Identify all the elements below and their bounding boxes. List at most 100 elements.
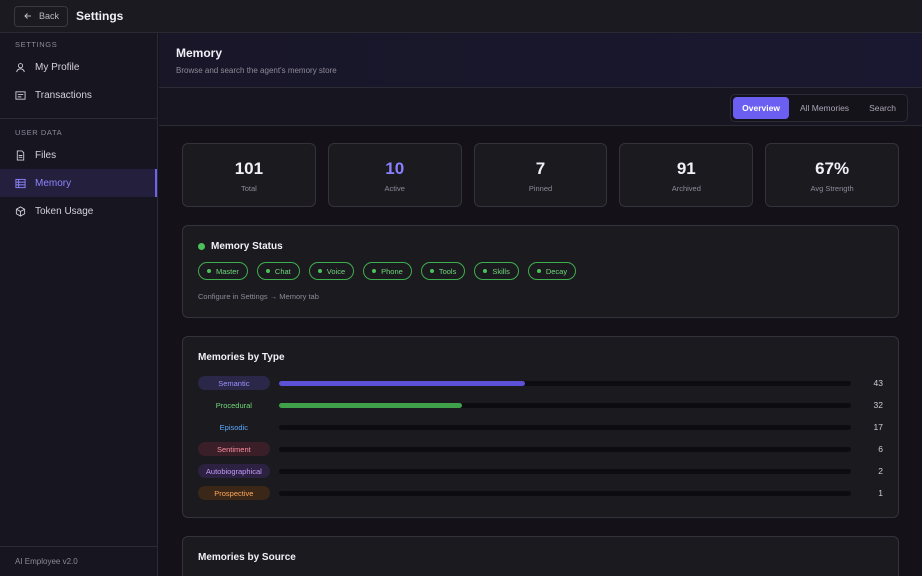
chip-label: Skills (492, 266, 510, 276)
type-bar-track (278, 380, 852, 386)
type-badge: Sentiment (198, 442, 270, 456)
stat-card-avg-strength: 67% Avg Strength (765, 143, 899, 207)
type-bar-track (278, 468, 852, 474)
status-chip-master: Master (198, 262, 248, 280)
tab-group: Overview All Memories Search (730, 94, 908, 122)
type-bar-fill (278, 402, 462, 408)
stat-value: 7 (535, 159, 546, 178)
stat-value: 101 (234, 159, 264, 178)
type-count: 1 (878, 488, 883, 498)
stat-value: 91 (676, 159, 696, 178)
configure-hint: Configure in Settings → Memory tab (198, 292, 319, 301)
sidebar-item-token-usage[interactable]: Token Usage (0, 197, 157, 225)
type-rows: Semantic 43 Procedural 32 Episodic 17 Sentimen… (198, 372, 883, 504)
type-row-semantic: Semantic 43 (198, 372, 883, 394)
section-label-user-data: USER DATA (15, 128, 63, 137)
memory-status-card: Memory Status Master Chat Voice Phone Tools S… (182, 225, 899, 318)
chip-dot-icon (317, 269, 322, 273)
chip-label: Decay (545, 266, 568, 276)
chip-dot-icon (372, 269, 377, 273)
sidebar-item-transactions[interactable]: Transactions (0, 81, 157, 109)
stat-card-active: 10 Active (327, 143, 462, 207)
status-chip-tools: Tools (420, 262, 466, 280)
memories-by-type-card: Memories by Type Semantic 43 Procedural 32 E… (182, 336, 899, 518)
tab-overview[interactable]: Overview (733, 97, 789, 119)
chip-dot-icon (483, 269, 488, 273)
type-badge: Episodic (219, 422, 249, 432)
sidebar-item-label: Files (35, 149, 57, 161)
back-button[interactable]: Back (14, 5, 69, 27)
stat-card-pinned: 7 Pinned (473, 143, 608, 207)
tab-all-memories[interactable]: All Memories (791, 97, 858, 119)
stat-value: 10 (385, 159, 405, 178)
status-dot-icon (198, 243, 205, 250)
status-chips: Master Chat Voice Phone Tools Skills Decay (198, 262, 883, 280)
memory-status-title: Memory Status (211, 241, 283, 252)
type-row-autobiographical: Autobiographical 2 (198, 460, 883, 482)
tab-bar: Overview All Memories Search (159, 88, 922, 126)
memories-by-source-title: Memories by Source (198, 552, 296, 563)
stat-label: Archived (671, 184, 701, 193)
memories-by-source-card: Memories by Source (182, 536, 899, 576)
chip-dot-icon (429, 269, 434, 273)
chip-label: Tools (438, 266, 457, 276)
file-icon (16, 149, 25, 161)
overview-panel: 101 Total 10 Active 7 Pinned 91 Archived… (159, 126, 922, 576)
stat-label: Avg Strength (810, 184, 854, 193)
stat-card-archived: 91 Archived (619, 143, 754, 207)
type-bar-track (278, 424, 852, 430)
memory-status-title-row: Memory Status (198, 241, 883, 252)
stats-row: 101 Total 10 Active 7 Pinned 91 Archived… (182, 143, 899, 207)
stat-label: Active (384, 184, 405, 193)
sidebar: SETTINGS My Profile Transactions USER DA… (0, 33, 158, 576)
app-version: AI Employee v2.0 (0, 546, 157, 576)
sidebar-item-memory[interactable]: Memory (0, 169, 157, 197)
type-row-prospective: Prospective 1 (198, 482, 883, 504)
user-icon (16, 62, 25, 72)
memories-by-type-title: Memories by Type (198, 352, 285, 363)
sidebar-item-files[interactable]: Files (0, 141, 157, 169)
type-count: 17 (873, 422, 883, 432)
status-chip-skills: Skills (474, 262, 519, 280)
page-title: Memory (176, 46, 223, 60)
type-count: 43 (873, 378, 883, 388)
sidebar-item-my-profile[interactable]: My Profile (0, 53, 157, 81)
memory-icon (15, 178, 26, 188)
type-badge: Prospective (198, 486, 270, 500)
app-title: Settings (76, 9, 124, 23)
type-count: 32 (873, 400, 883, 410)
type-row-sentiment: Sentiment 6 (198, 438, 883, 460)
type-bar-fill (278, 380, 525, 386)
main-content: Memory Browse and search the agent's mem… (159, 33, 922, 576)
status-chip-voice: Voice (308, 262, 355, 280)
stat-card-total: 101 Total (182, 143, 316, 207)
sidebar-item-label: Token Usage (35, 205, 94, 217)
type-bar-track (278, 402, 852, 408)
chip-dot-icon (207, 269, 211, 273)
type-bar-track (278, 490, 852, 496)
top-bar: Back Settings (0, 0, 922, 33)
receipt-icon (15, 90, 26, 100)
chip-label: Voice (326, 266, 346, 276)
type-row-episodic: Episodic 17 (198, 416, 883, 438)
stat-label: Pinned (528, 184, 553, 193)
sidebar-item-label: Memory (35, 177, 72, 189)
chip-label: Phone (381, 266, 403, 276)
back-label: Back (39, 11, 60, 21)
type-badge: Semantic (198, 376, 270, 390)
type-bar-track (278, 446, 852, 452)
page-header: Memory Browse and search the agent's mem… (159, 33, 922, 88)
type-count: 6 (878, 444, 883, 454)
sidebar-item-label: Transactions (35, 89, 92, 101)
arrow-left-icon (24, 13, 31, 19)
status-chip-decay: Decay (527, 262, 577, 280)
status-chip-phone: Phone (363, 262, 412, 280)
status-chip-chat: Chat (256, 262, 300, 280)
type-row-procedural: Procedural 32 (198, 394, 883, 416)
chip-label: Master (216, 266, 239, 276)
section-label-settings: SETTINGS (15, 40, 58, 49)
sidebar-item-label: My Profile (35, 61, 80, 73)
chip-dot-icon (265, 269, 270, 273)
tab-search[interactable]: Search (860, 97, 905, 119)
type-count: 2 (878, 466, 883, 476)
